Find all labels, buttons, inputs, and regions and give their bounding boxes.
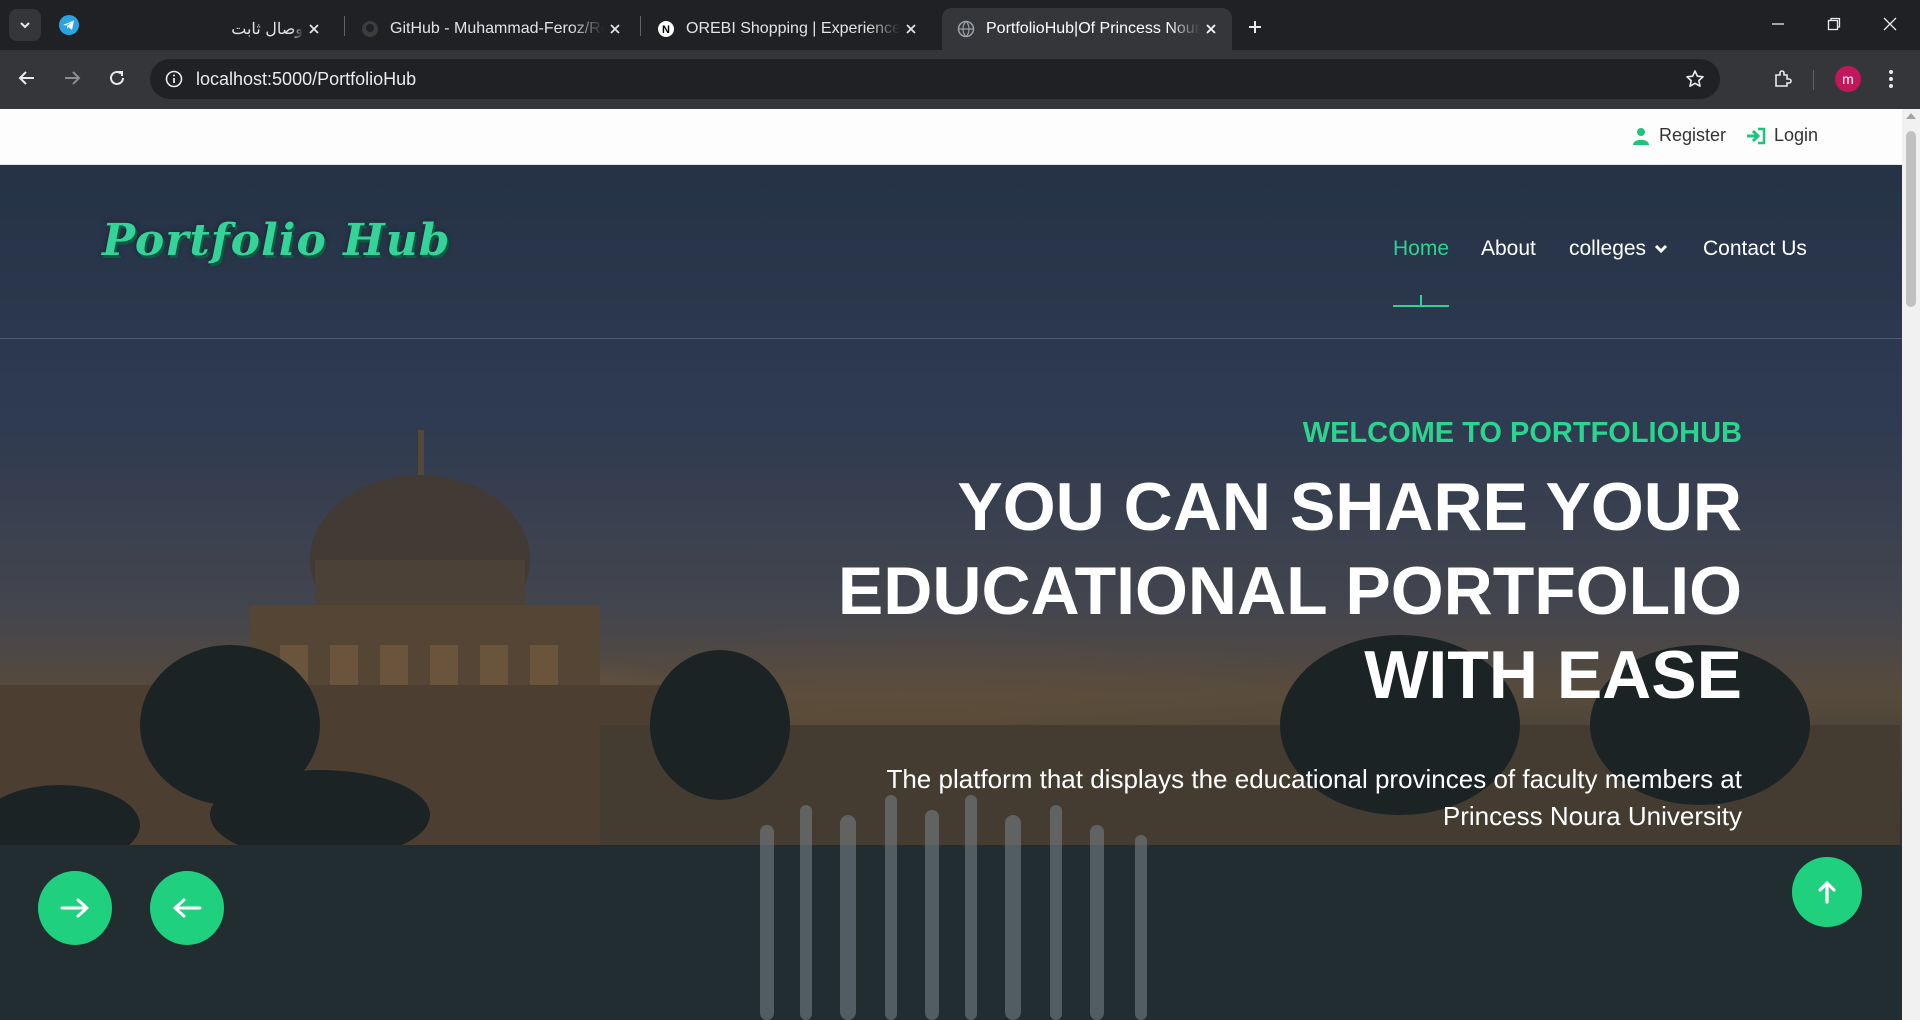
svg-text:N: N [662, 24, 670, 36]
header-divider [0, 338, 1902, 339]
nav-colleges-label: colleges [1569, 237, 1647, 260]
arrow-up-icon [1818, 881, 1836, 904]
reload-icon [110, 70, 124, 85]
info-icon[interactable] [162, 67, 186, 91]
sign-in-icon [1746, 126, 1766, 146]
hero-headline-line: WITH EASE [1364, 637, 1742, 713]
github-icon [360, 19, 380, 39]
carousel-next-button[interactable] [38, 871, 112, 945]
arrow-right-icon [65, 71, 81, 85]
tab-search-button[interactable] [9, 9, 41, 41]
tab-wisal[interactable]: وصال ثابت [210, 8, 335, 50]
browser-menu-button[interactable] [1876, 64, 1906, 94]
hero-subtext-line: Princess Noura University [1442, 801, 1742, 831]
minimize-icon [1772, 23, 1784, 25]
tab-github[interactable]: GitHub - Muhammad-Feroz/Re [346, 8, 636, 50]
tab-orebi[interactable]: N OREBI Shopping | Experience th [642, 8, 932, 50]
scroll-up-arrow-icon[interactable] [1906, 113, 1916, 119]
tab-title: OREBI Shopping | Experience th [686, 20, 900, 37]
page-scrollbar[interactable] [1902, 109, 1920, 1020]
close-icon[interactable] [900, 18, 922, 40]
kebab-menu-icon [1889, 70, 1893, 88]
minimize-button[interactable] [1750, 4, 1806, 44]
scrollbar-thumb[interactable] [1906, 131, 1916, 307]
forward-button[interactable] [55, 61, 89, 95]
hero-section: Portfolio Hub Home About colleges Contac… [0, 165, 1902, 1020]
arrow-right-icon [60, 898, 89, 918]
nav-home[interactable]: Home [1393, 237, 1449, 261]
login-label: Login [1774, 125, 1819, 145]
back-to-top-button[interactable] [1792, 857, 1862, 927]
tab-portfoliohub[interactable]: PortfolioHub|Of Princess Noura [942, 8, 1232, 50]
close-icon[interactable] [303, 18, 325, 40]
close-icon[interactable] [604, 18, 626, 40]
browser-tab-strip: وصال ثابت GitHub - Muhammad-Feroz/Re N O… [0, 0, 1920, 50]
url-text[interactable]: localhost:5000/PortfolioHub [196, 69, 416, 90]
tab-separator [640, 16, 641, 36]
nav-contact-us[interactable]: Contact Us [1703, 237, 1807, 261]
restore-button[interactable] [1806, 4, 1862, 44]
close-icon [1883, 17, 1897, 31]
tab-title: وصال ثابت [232, 21, 303, 38]
tab-title: GitHub - Muhammad-Feroz/Re [390, 20, 604, 37]
nav-colleges[interactable]: colleges [1569, 237, 1668, 261]
close-icon[interactable] [1200, 18, 1222, 40]
address-bar[interactable]: localhost:5000/PortfolioHub [150, 59, 1720, 99]
user-icon [1631, 126, 1651, 146]
reload-button[interactable] [100, 61, 134, 95]
bookmark-star-icon[interactable] [1682, 66, 1708, 92]
hero-headline-line: EDUCATIONAL PORTFOLIO [837, 553, 1742, 629]
notion-icon: N [656, 19, 676, 39]
arrow-left-icon [18, 71, 34, 85]
top-auth-bar: Register Login [0, 109, 1902, 165]
globe-icon [956, 19, 976, 39]
tab-title: PortfolioHub|Of Princess Noura [986, 20, 1200, 37]
hero-headline: YOU CAN SHARE YOUR EDUCATIONAL PORTFOLIO… [742, 465, 1742, 717]
toolbar-separator [1813, 70, 1814, 90]
hero-subtext: The platform that displays the education… [792, 761, 1742, 835]
nav-about[interactable]: About [1481, 237, 1536, 261]
carousel-prev-button[interactable] [150, 871, 224, 945]
chevron-down-icon [20, 22, 30, 29]
telegram-icon [59, 15, 79, 35]
login-link[interactable]: Login [1746, 125, 1818, 146]
browser-toolbar: localhost:5000/PortfolioHub m [0, 50, 1920, 109]
page-viewport: Register Login Portfolio Hub Home About … [0, 109, 1902, 1020]
pinned-tab-telegram[interactable] [56, 12, 82, 38]
hero-welcome: WELCOME TO PORTFOLIOHUB [1302, 417, 1742, 449]
hero-subtext-line: The platform that displays the education… [886, 764, 1742, 794]
hero-headline-line: YOU CAN SHARE YOUR [957, 469, 1742, 545]
arrow-left-icon [173, 898, 202, 918]
extensions-button[interactable] [1765, 62, 1799, 96]
nav-active-indicator [1393, 295, 1449, 307]
close-window-button[interactable] [1862, 4, 1918, 44]
restore-icon [1827, 17, 1841, 31]
chevron-down-icon [1655, 244, 1668, 254]
site-logo[interactable]: Portfolio Hub [102, 215, 450, 266]
puzzle-icon [1775, 70, 1792, 87]
profile-avatar[interactable]: m [1835, 66, 1861, 92]
tab-separator [344, 16, 345, 36]
new-tab-button[interactable] [1242, 14, 1268, 40]
register-link[interactable]: Register [1631, 125, 1726, 146]
register-label: Register [1659, 125, 1727, 145]
plus-icon [1249, 21, 1261, 33]
back-button[interactable] [10, 61, 44, 95]
